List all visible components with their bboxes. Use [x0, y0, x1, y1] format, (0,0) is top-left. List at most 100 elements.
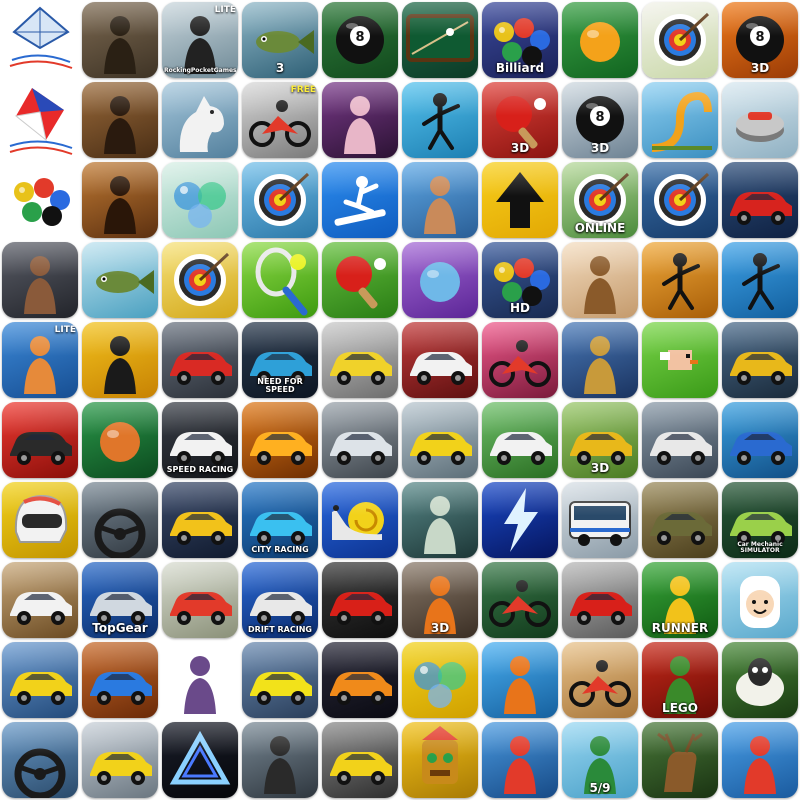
billiard-balls-rack-icon[interactable]	[2, 162, 78, 238]
yellow-taxi-icon[interactable]	[82, 722, 158, 798]
billiards-balls-icon[interactable]: Billiard	[482, 2, 558, 78]
fishing-lite-icon[interactable]: RockingPocketGames.comLITE	[162, 2, 238, 78]
pool-balls-3d-icon[interactable]: 8 3D	[562, 82, 638, 158]
yellow-cab-racer-icon[interactable]	[322, 722, 398, 798]
archery-bullseye-icon[interactable]	[162, 242, 238, 318]
police-bike-icon[interactable]	[482, 322, 558, 398]
red-sports-car-icon[interactable]	[722, 162, 798, 238]
off-road-suv-icon[interactable]	[482, 402, 558, 478]
volleyball-girl-icon[interactable]	[322, 82, 398, 158]
jungle-runner-icon[interactable]: RUNNER	[642, 562, 718, 638]
curling-stone-icon[interactable]	[722, 82, 798, 158]
red-buggy-icon[interactable]	[2, 402, 78, 478]
speed-racing-icon[interactable]: SPEED RACING	[162, 402, 238, 478]
adventure-finn-icon[interactable]	[722, 562, 798, 638]
archery-online-icon[interactable]: ONLINE	[562, 162, 638, 238]
stickman-badminton-icon[interactable]	[402, 82, 478, 158]
shaun-sheep-icon[interactable]	[722, 642, 798, 718]
yellow-sedan-icon[interactable]	[2, 642, 78, 718]
bird-basketball-icon[interactable]	[82, 402, 158, 478]
cliff-diver-icon[interactable]	[402, 162, 478, 238]
kite-logo-blue-icon[interactable]	[2, 2, 78, 78]
orange-supercar-icon[interactable]	[242, 402, 318, 478]
prison-escape-3d-icon[interactable]: 3D	[402, 562, 478, 638]
eight-ball-table-icon[interactable]: 8	[322, 2, 398, 78]
robot-mech-icon[interactable]	[562, 322, 638, 398]
snowboarder-icon[interactable]	[322, 162, 398, 238]
subway-runner-icon[interactable]	[482, 642, 558, 718]
drift-racing-icon[interactable]: DRIFT RACING	[242, 562, 318, 638]
triangle-logo-icon[interactable]	[162, 722, 238, 798]
deer-hunter-icon[interactable]	[642, 722, 718, 798]
city-racing-icon[interactable]: CITY RACING	[242, 482, 318, 558]
tennis-racket-icon[interactable]	[242, 242, 318, 318]
rally-car-icon[interactable]	[162, 562, 238, 638]
top-gear-icon[interactable]: TopGear	[82, 562, 158, 638]
parking-truck-icon[interactable]	[322, 322, 398, 398]
monster-truck-icon[interactable]	[722, 402, 798, 478]
car-dashboard-icon[interactable]	[82, 482, 158, 558]
motocross-icon[interactable]	[562, 642, 638, 718]
night-supercar-icon[interactable]	[322, 642, 398, 718]
archery-dart-target-icon[interactable]	[642, 162, 718, 238]
pixel-bird-icon[interactable]	[642, 322, 718, 398]
basketball-boy-lite-icon[interactable]: LITE	[2, 322, 78, 398]
cockpit-driving-icon[interactable]	[2, 722, 78, 798]
robber-character-icon[interactable]	[162, 642, 238, 718]
table-tennis-3d-icon[interactable]: 3D	[482, 82, 558, 158]
white-sports-car-icon[interactable]	[402, 322, 478, 398]
yellow-camaro-icon[interactable]	[162, 482, 238, 558]
sponge-game-icon[interactable]	[402, 642, 478, 718]
pool-hd-icon[interactable]: HD	[482, 242, 558, 318]
highway-racer-icon[interactable]	[242, 642, 318, 718]
army-truck-icon[interactable]	[642, 482, 718, 558]
lightning-icon[interactable]	[482, 482, 558, 558]
silver-car-icon[interactable]	[322, 402, 398, 478]
need-for-speed-icon[interactable]: NEED FOR SPEED	[242, 322, 318, 398]
eight-ball-3d-icon[interactable]: 8 3D	[722, 2, 798, 78]
anime-boy-icon[interactable]	[562, 242, 638, 318]
bowling-arm-icon[interactable]	[402, 242, 478, 318]
dump-truck-3d-icon[interactable]: 3D	[562, 402, 638, 478]
lion-hunter-icon[interactable]	[82, 162, 158, 238]
lego-ninja-icon[interactable]: LEGO	[642, 642, 718, 718]
horse-icon[interactable]	[162, 82, 238, 158]
bass-fishing-3-icon[interactable]: 3	[242, 2, 318, 78]
archery-target-girl-icon[interactable]	[642, 2, 718, 78]
ramp-loop-icon[interactable]	[642, 82, 718, 158]
kite-logo-red-icon[interactable]	[2, 82, 78, 158]
mountain-biker-icon[interactable]	[482, 562, 558, 638]
street-kid-runner-icon[interactable]	[482, 722, 558, 798]
baseball-cartoon-icon[interactable]	[722, 722, 798, 798]
boxer-icon[interactable]	[2, 242, 78, 318]
red-lancer-icon[interactable]	[562, 562, 638, 638]
ping-pong-icon[interactable]	[322, 242, 398, 318]
up-arrow-icon[interactable]	[482, 162, 558, 238]
fishing-catch-icon[interactable]	[82, 242, 158, 318]
car-mechanic-simulator-icon[interactable]: Car Mechanic SIMULATOR	[722, 482, 798, 558]
mustang-car-icon[interactable]	[162, 322, 238, 398]
skater-icon[interactable]	[82, 322, 158, 398]
hill-runner-icon[interactable]: 5/9	[562, 722, 638, 798]
racing-helmet-icon[interactable]	[2, 482, 78, 558]
billiards-table-icon[interactable]	[402, 2, 478, 78]
moto-rider-free-icon[interactable]: FREE	[242, 82, 318, 158]
apple-shooter-icon[interactable]	[82, 82, 158, 158]
white-suv-drift-icon[interactable]	[2, 562, 78, 638]
zombie-runners-icon[interactable]	[402, 482, 478, 558]
hover-ship-icon[interactable]	[722, 322, 798, 398]
red-ferrari-icon[interactable]	[322, 562, 398, 638]
stickman-tennis-icon[interactable]	[642, 242, 718, 318]
stickman-jump-icon[interactable]	[722, 242, 798, 318]
yellow-convertible-icon[interactable]	[402, 402, 478, 478]
snail-racer-icon[interactable]	[322, 482, 398, 558]
archer-man-icon[interactable]	[82, 2, 158, 78]
skateboard-street-icon[interactable]	[242, 722, 318, 798]
snooker-ball-icon[interactable]	[562, 2, 638, 78]
truck-cab-icon[interactable]	[642, 402, 718, 478]
temple-idol-icon[interactable]	[402, 722, 478, 798]
archery-blue-target-icon[interactable]	[242, 162, 318, 238]
blue-muscle-car-icon[interactable]	[82, 642, 158, 718]
city-bus-icon[interactable]	[562, 482, 638, 558]
bubble-spheres-icon[interactable]	[162, 162, 238, 238]
